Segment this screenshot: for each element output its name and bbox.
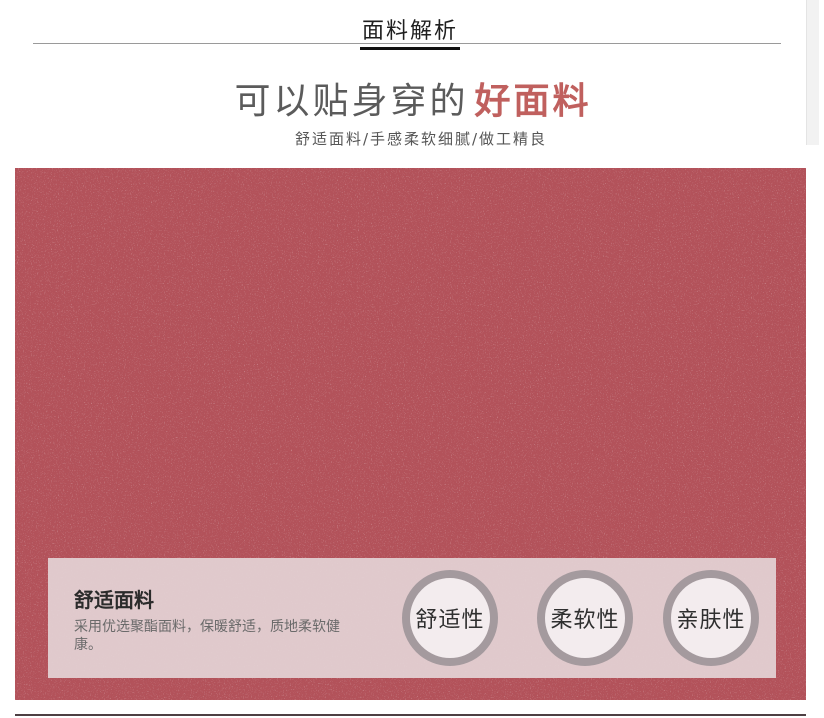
info-panel: 舒适面料 采用优选聚酯面料，保暖舒适，质地柔软健康。 舒适性 柔软性 亲肤性 xyxy=(48,558,776,678)
badge-softness: 柔软性 xyxy=(537,570,633,666)
badge-comfort-label: 舒适性 xyxy=(415,608,485,633)
info-description: 采用优选聚酯面料，保暖舒适，质地柔软健康。 xyxy=(74,619,340,653)
badge-softness-label: 柔软性 xyxy=(550,608,620,633)
headline-lead: 可以贴身穿的 xyxy=(234,81,469,122)
bottom-divider xyxy=(15,714,806,716)
badge-comfort: 舒适性 xyxy=(402,570,498,666)
section-title: 面料解析 xyxy=(359,13,460,50)
badge-skin-friendly-label: 亲肤性 xyxy=(676,608,746,633)
headline-accent: 好面料 xyxy=(474,81,592,122)
badge-skin-friendly: 亲肤性 xyxy=(663,570,759,666)
section-header: 面料解析 xyxy=(0,13,820,50)
subheadline: 舒适面料/手感柔软细腻/做工精良 xyxy=(294,130,548,148)
info-title: 舒适面料 xyxy=(74,588,154,612)
headline: 可以贴身穿的 好面料 xyxy=(0,80,824,124)
